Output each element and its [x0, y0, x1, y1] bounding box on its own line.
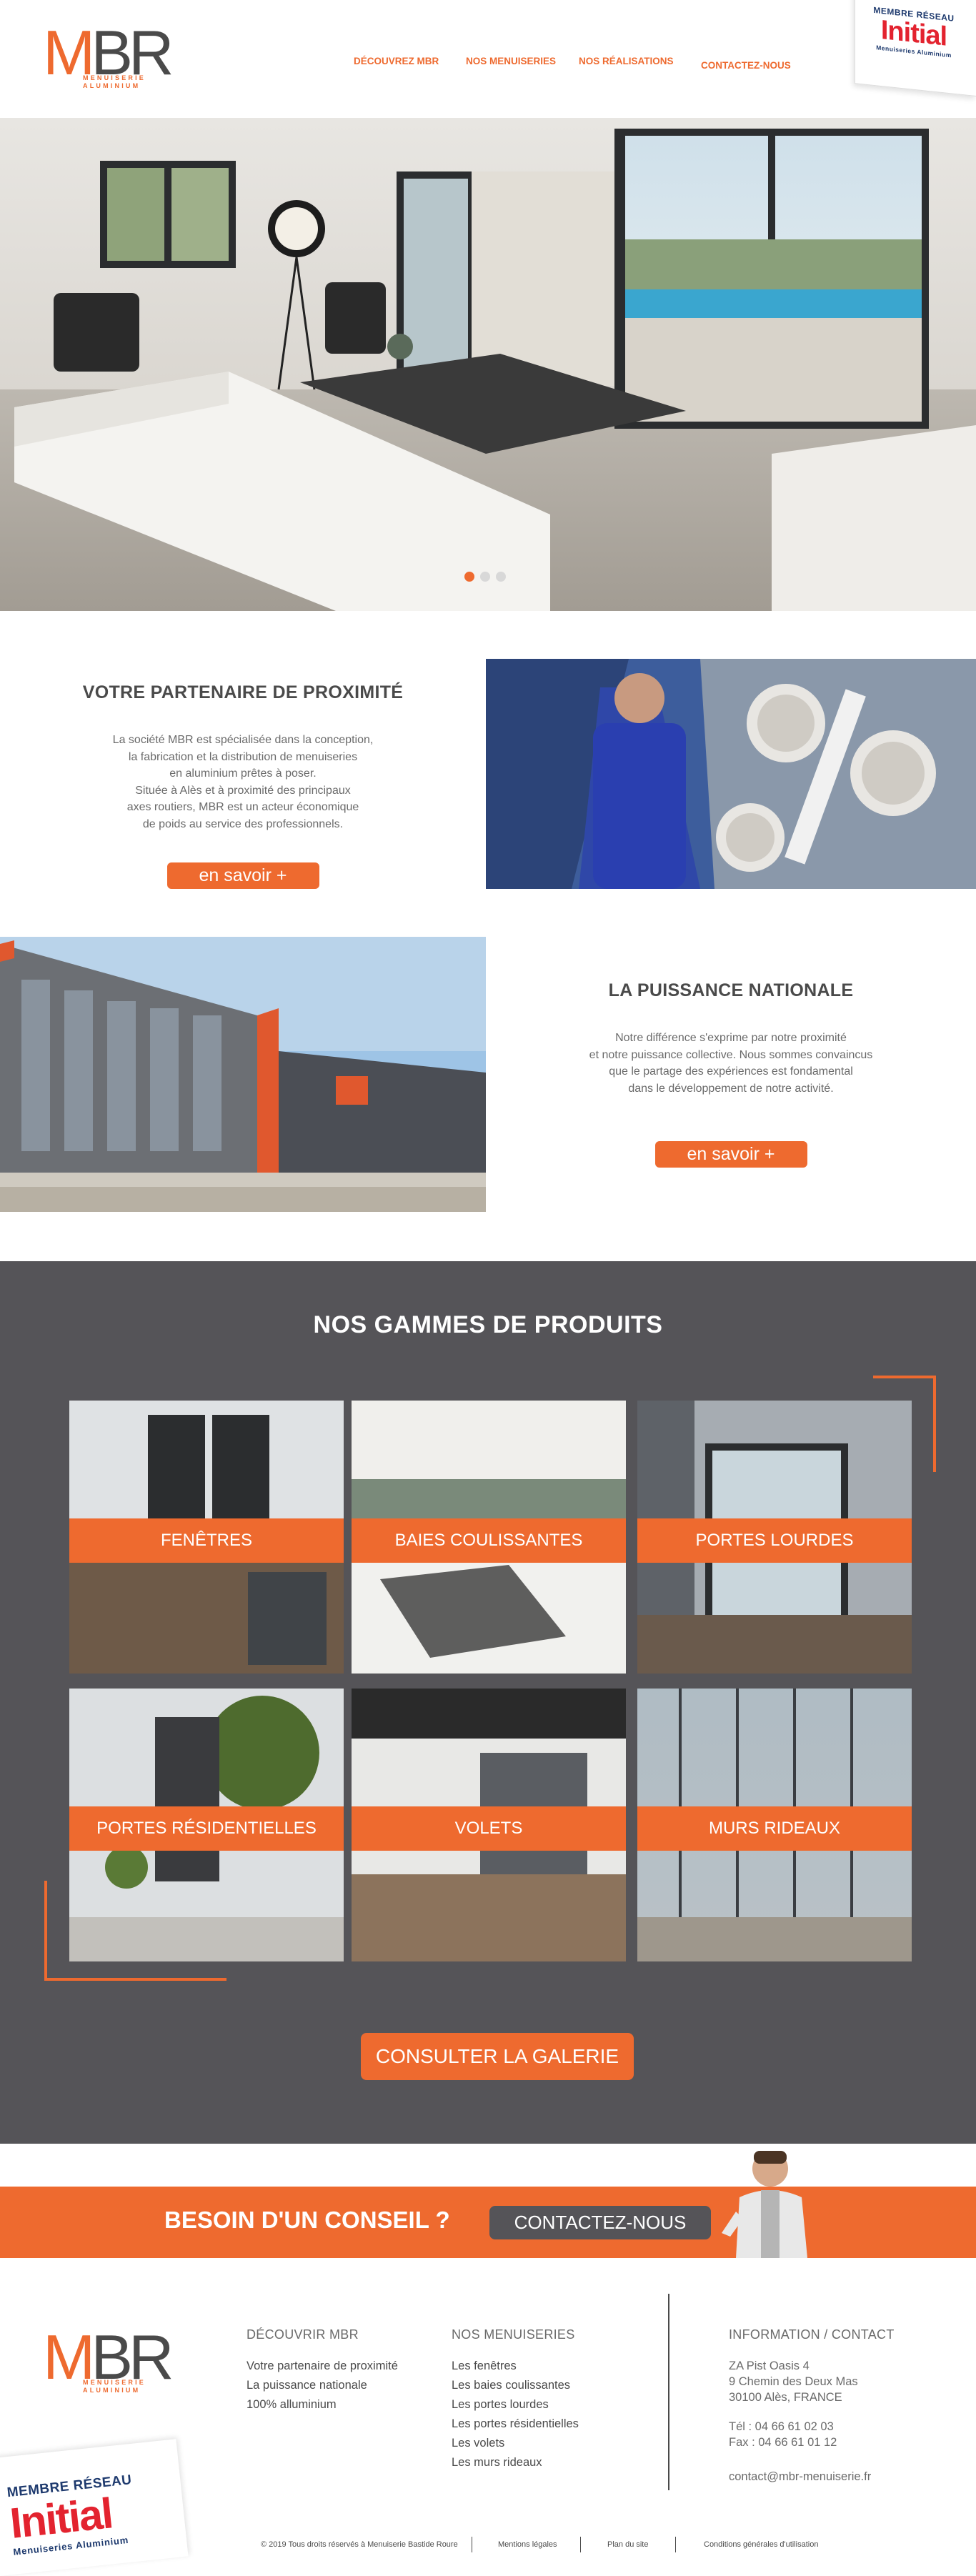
advice-contact-button[interactable]: CONTACTEZ-NOUS [489, 2206, 711, 2239]
footer-fax: Fax : 04 66 61 01 12 [729, 2436, 837, 2449]
national-section: LA PUISSANCE NATIONALE Notre différence … [486, 980, 976, 1168]
site-header: MBR MENUISERIE ALUMINIUM DÉCOUVREZ MBR N… [0, 0, 976, 118]
nav-nos-menuiseries[interactable]: NOS MENUISERIES [466, 56, 556, 66]
footer-tel[interactable]: Tél : 04 66 61 02 03 [729, 2419, 837, 2435]
footer-address: ZA Pist Oasis 4 9 Chemin des Deux Mas 30… [729, 2359, 858, 2404]
tile-volets[interactable]: VOLETS [352, 1689, 626, 1961]
footer-link-baies[interactable]: Les baies coulissantes [452, 2379, 570, 2392]
product-ranges-section: NOS GAMMES DE PRODUITS FENÊTRES BAIES CO… [0, 1261, 976, 2144]
worker-factory-photo [486, 659, 976, 889]
partner-more-button[interactable]: en savoir + [166, 862, 319, 889]
footer-link-national[interactable]: La puissance nationale [247, 2379, 367, 2392]
gallery-button[interactable]: CONSULTER LA GALERIE [361, 2033, 634, 2080]
advisor-person-image [722, 2147, 822, 2258]
tile-label-volets: VOLETS [352, 1806, 626, 1851]
footer-initial-network-badge[interactable]: MEMBRE RÉSEAU Initial Menuiseries Alumin… [0, 2439, 189, 2576]
building-photo [0, 937, 486, 1212]
footer-sitemap-link[interactable]: Plan du site [607, 2540, 648, 2549]
footer-phones: Tél : 04 66 61 02 03 Fax : 04 66 61 01 1… [729, 2419, 837, 2450]
tile-label-baies-coulissantes: BAIES COULISSANTES [352, 1518, 626, 1563]
ranges-title: NOS GAMMES DE PRODUITS [313, 1311, 663, 1338]
tile-portes-residentielles[interactable]: PORTES RÉSIDENTIELLES [69, 1689, 344, 1961]
national-body: Notre différence s'exprime par notre pro… [589, 1032, 873, 1095]
advice-banner: BESOIN D'UN CONSEIL ? CONTACTEZ-NOUS [0, 2187, 976, 2258]
initial-network-badge[interactable]: MEMBRE RÉSEAU Initial Menuiseries Alumin… [855, 0, 976, 97]
tile-fenetres[interactable]: FENÊTRES [69, 1401, 344, 1674]
national-title: LA PUISSANCE NATIONALE [608, 980, 854, 1000]
hero-slider [0, 118, 976, 611]
footer-link-portes-lourdes[interactable]: Les portes lourdes [452, 2398, 549, 2412]
mbr-logo[interactable]: MBR MENUISERIE ALUMINIUM [43, 21, 174, 90]
footer-link-portes-residentielles[interactable]: Les portes résidentielles [452, 2417, 579, 2431]
slider-dot-3[interactable] [496, 572, 506, 582]
footer-link-volets[interactable]: Les volets [452, 2437, 504, 2450]
footer-terms-link[interactable]: Conditions générales d'utilisation [704, 2540, 818, 2549]
nav-nos-realisations[interactable]: NOS RÉALISATIONS [579, 56, 674, 66]
partner-section: VOTRE PARTENAIRE DE PROXIMITÉ La société… [0, 682, 486, 889]
tile-label-fenetres: FENÊTRES [69, 1518, 344, 1563]
footer-divider [668, 2294, 669, 2490]
footer-mbr-logo[interactable]: MBR MENUISERIE ALUMINIUM [43, 2326, 174, 2395]
tile-label-portes-residentielles: PORTES RÉSIDENTIELLES [69, 1806, 344, 1851]
tile-murs-rideaux[interactable]: MURS RIDEAUX [637, 1689, 912, 1961]
footer-col-menuiseries-title: NOS MENUISERIES [452, 2327, 575, 2342]
footer-email[interactable]: contact@mbr-menuiserie.fr [729, 2469, 871, 2485]
tile-portes-lourdes[interactable]: PORTES LOURDES [637, 1401, 912, 1674]
slider-dot-2[interactable] [480, 572, 490, 582]
nav-decouvrez-mbr[interactable]: DÉCOUVREZ MBR [354, 56, 439, 66]
footer-link-aluminium[interactable]: 100% alluminium [247, 2398, 337, 2412]
partner-body: La société MBR est spécialisée dans la c… [112, 734, 374, 830]
slider-dot-1[interactable] [464, 572, 474, 582]
tile-label-portes-lourdes: PORTES LOURDES [637, 1518, 912, 1563]
advice-question: BESOIN D'UN CONSEIL ? [164, 2207, 450, 2233]
national-more-button[interactable]: en savoir + [654, 1141, 807, 1168]
partner-title: VOTRE PARTENAIRE DE PROXIMITÉ [82, 682, 404, 702]
footer-link-fenetres[interactable]: Les fenêtres [452, 2359, 517, 2373]
hero-living-room-image [0, 118, 976, 611]
footer-col-contact-title: INFORMATION / CONTACT [729, 2327, 895, 2342]
tile-label-murs-rideaux: MURS RIDEAUX [637, 1806, 912, 1851]
footer-col-discover-title: DÉCOUVRIR MBR [247, 2327, 359, 2342]
nav-contactez-nous[interactable]: CONTACTEZ-NOUS [701, 60, 791, 71]
footer-legal-link[interactable]: Mentions légales [498, 2540, 557, 2549]
footer-link-murs-rideaux[interactable]: Les murs rideaux [452, 2456, 542, 2470]
footer-copyright: © 2019 Tous droits réservés à Menuiserie… [261, 2540, 458, 2549]
footer-link-partner[interactable]: Votre partenaire de proximité [247, 2359, 398, 2373]
tile-baies-coulissantes[interactable]: BAIES COULISSANTES [352, 1401, 626, 1674]
